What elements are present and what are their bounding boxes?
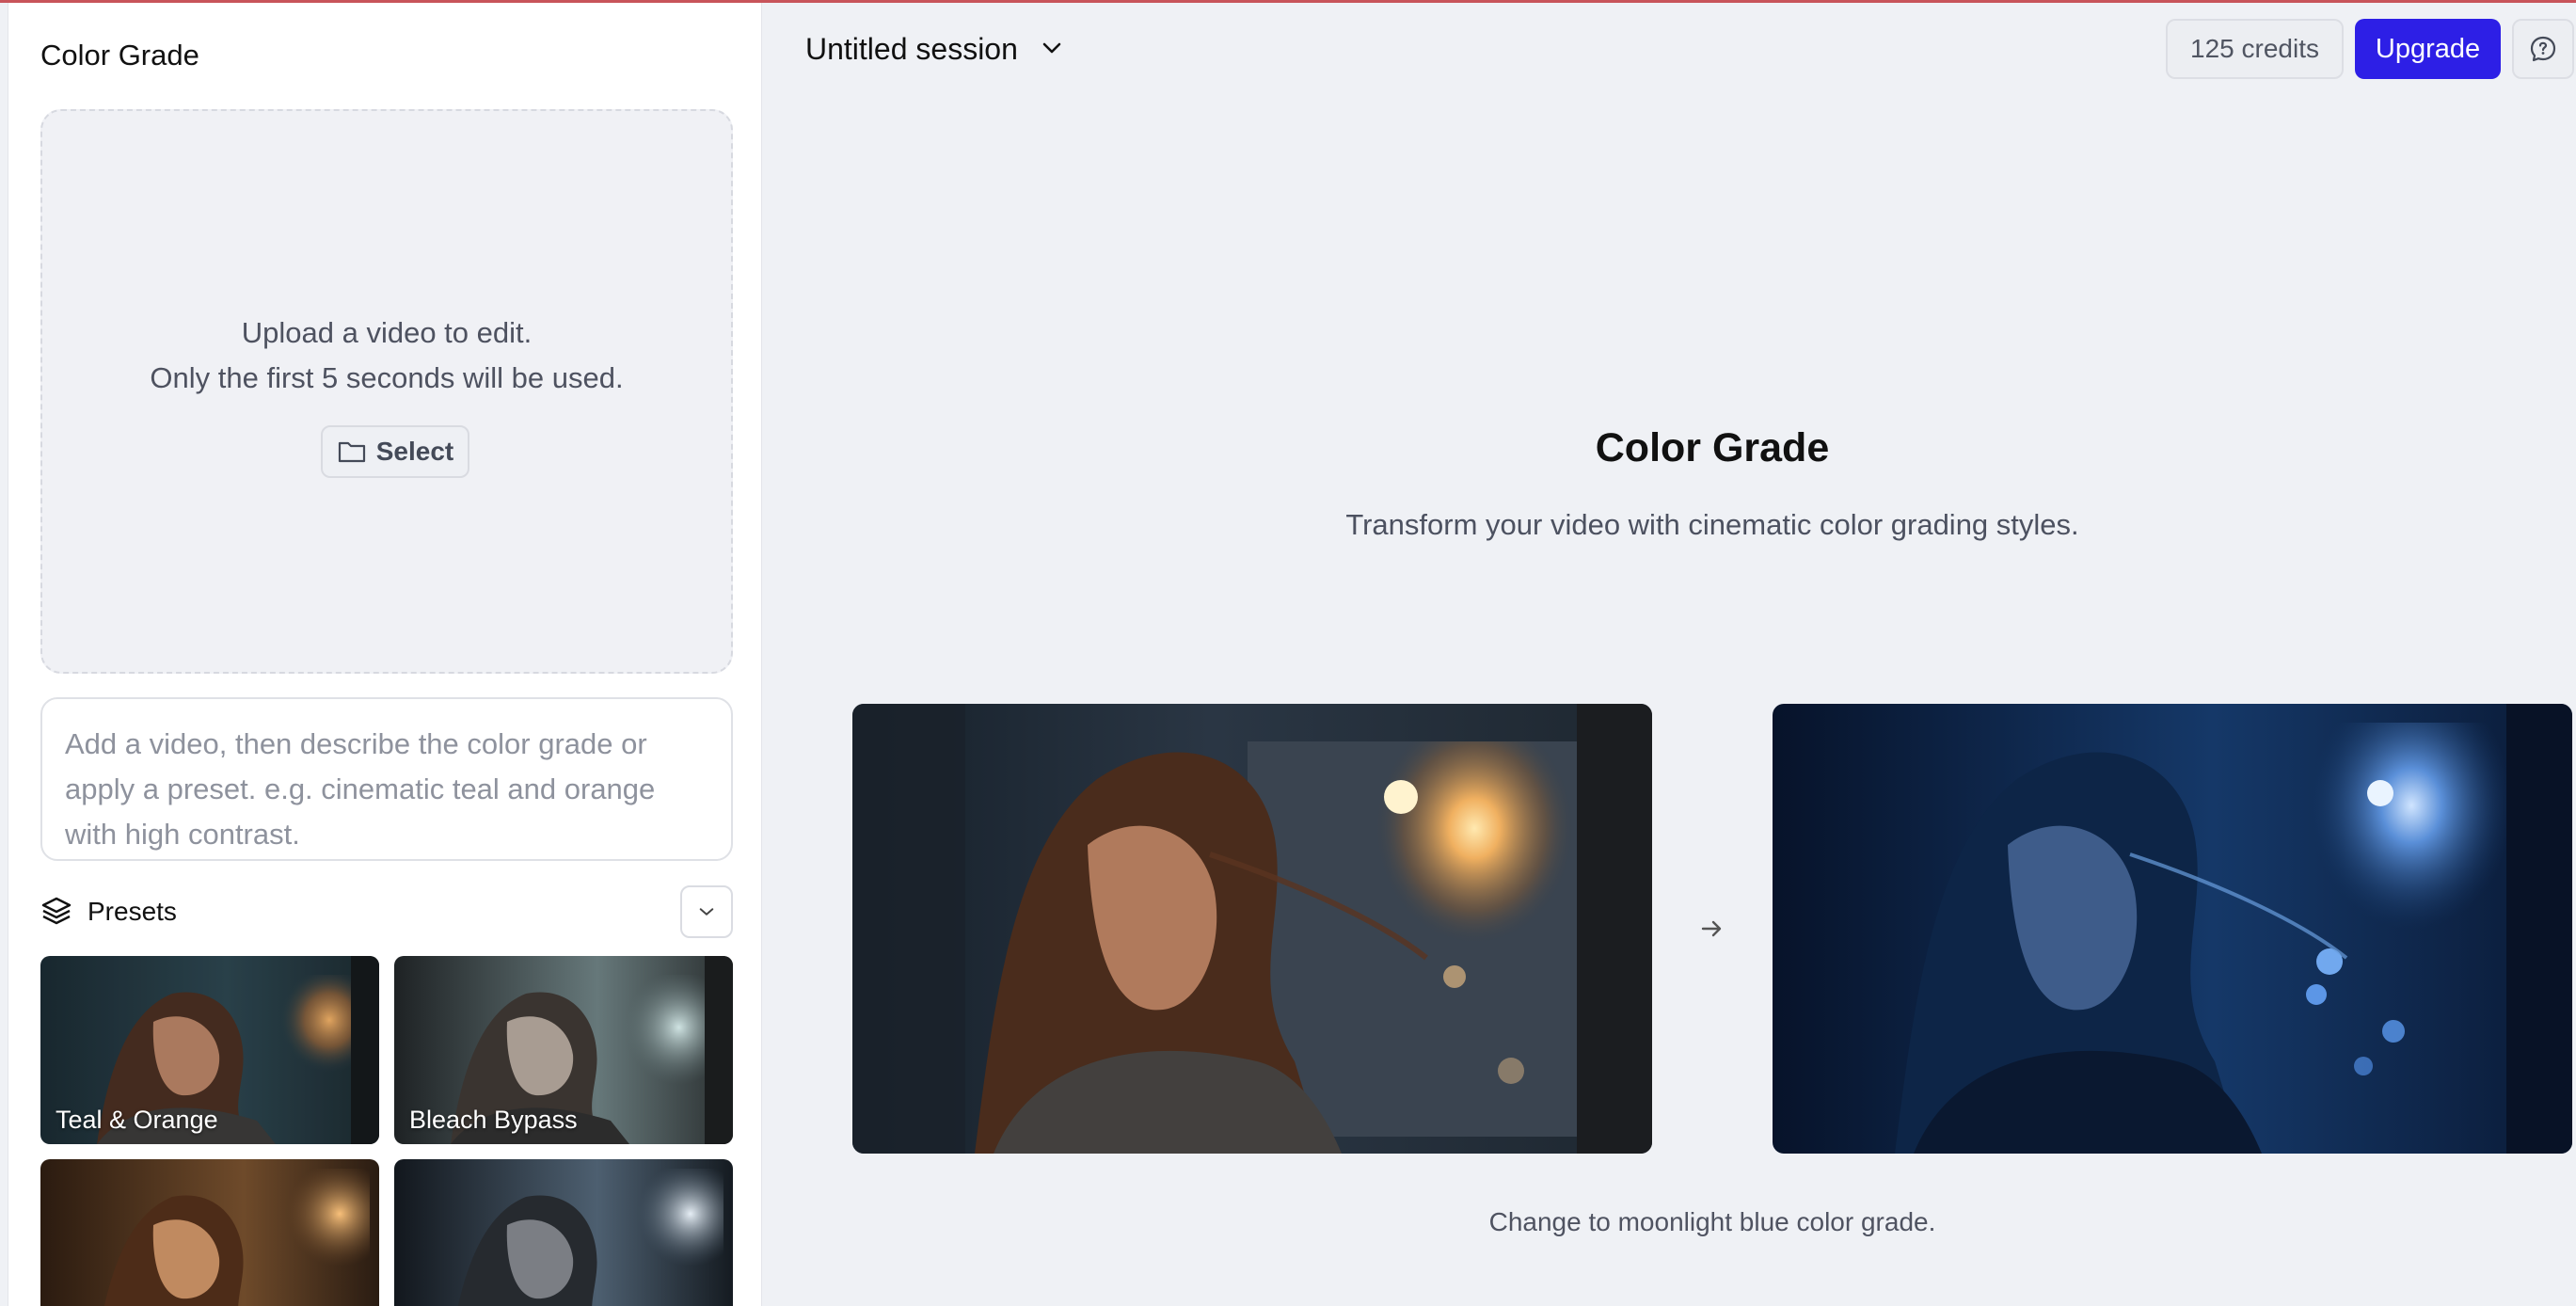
preset-bleach-bypass[interactable]: Bleach Bypass	[394, 956, 733, 1144]
example-caption: Change to moonlight blue color grade.	[1488, 1207, 1936, 1236]
example-before-image	[852, 704, 1652, 1154]
upload-instruction: Upload a video to edit.	[241, 316, 533, 349]
help-button[interactable]	[2512, 19, 2574, 79]
select-file-label: Select	[375, 437, 454, 466]
page-title: Color Grade	[1595, 425, 1830, 470]
chevron-down-icon	[698, 906, 715, 917]
arrow-right-icon	[1697, 916, 1727, 942]
preset-teal-orange[interactable]: Teal & Orange	[40, 956, 379, 1144]
color-grade-prompt-input[interactable]: Add a video, then describe the color gra…	[40, 697, 733, 861]
folder-icon	[337, 438, 367, 465]
select-file-button[interactable]: Select	[321, 425, 469, 478]
credits-badge[interactable]: 125 credits	[2166, 19, 2344, 79]
presets-label: Presets	[87, 897, 177, 926]
upgrade-button[interactable]: Upgrade	[2355, 19, 2501, 79]
presets-collapse-button[interactable]	[680, 885, 733, 938]
video-upload-dropzone[interactable]: Upload a video to edit. Only the first 5…	[40, 109, 733, 674]
sidebar-title: Color Grade	[40, 39, 199, 72]
sidebar: Color Grade Upload a video to edit. Only…	[8, 3, 762, 1306]
preset-cool[interactable]	[394, 1159, 733, 1306]
example-after-image	[1773, 704, 2572, 1154]
presets-header: Presets	[40, 885, 733, 938]
layers-icon	[40, 895, 72, 927]
session-title-dropdown[interactable]: Untitled session	[805, 32, 1018, 67]
preset-warm[interactable]	[40, 1159, 379, 1306]
help-chat-icon	[2528, 34, 2558, 64]
page-subtitle: Transform your video with cinematic colo…	[1345, 508, 2079, 541]
preset-label: Teal & Orange	[56, 1106, 218, 1134]
upload-limit-note: Only the first 5 seconds will be used.	[150, 361, 624, 394]
app-root: Color Grade Upload a video to edit. Only…	[0, 0, 2576, 1306]
preset-label: Bleach Bypass	[409, 1106, 578, 1134]
chevron-down-icon[interactable]	[1039, 40, 1065, 58]
